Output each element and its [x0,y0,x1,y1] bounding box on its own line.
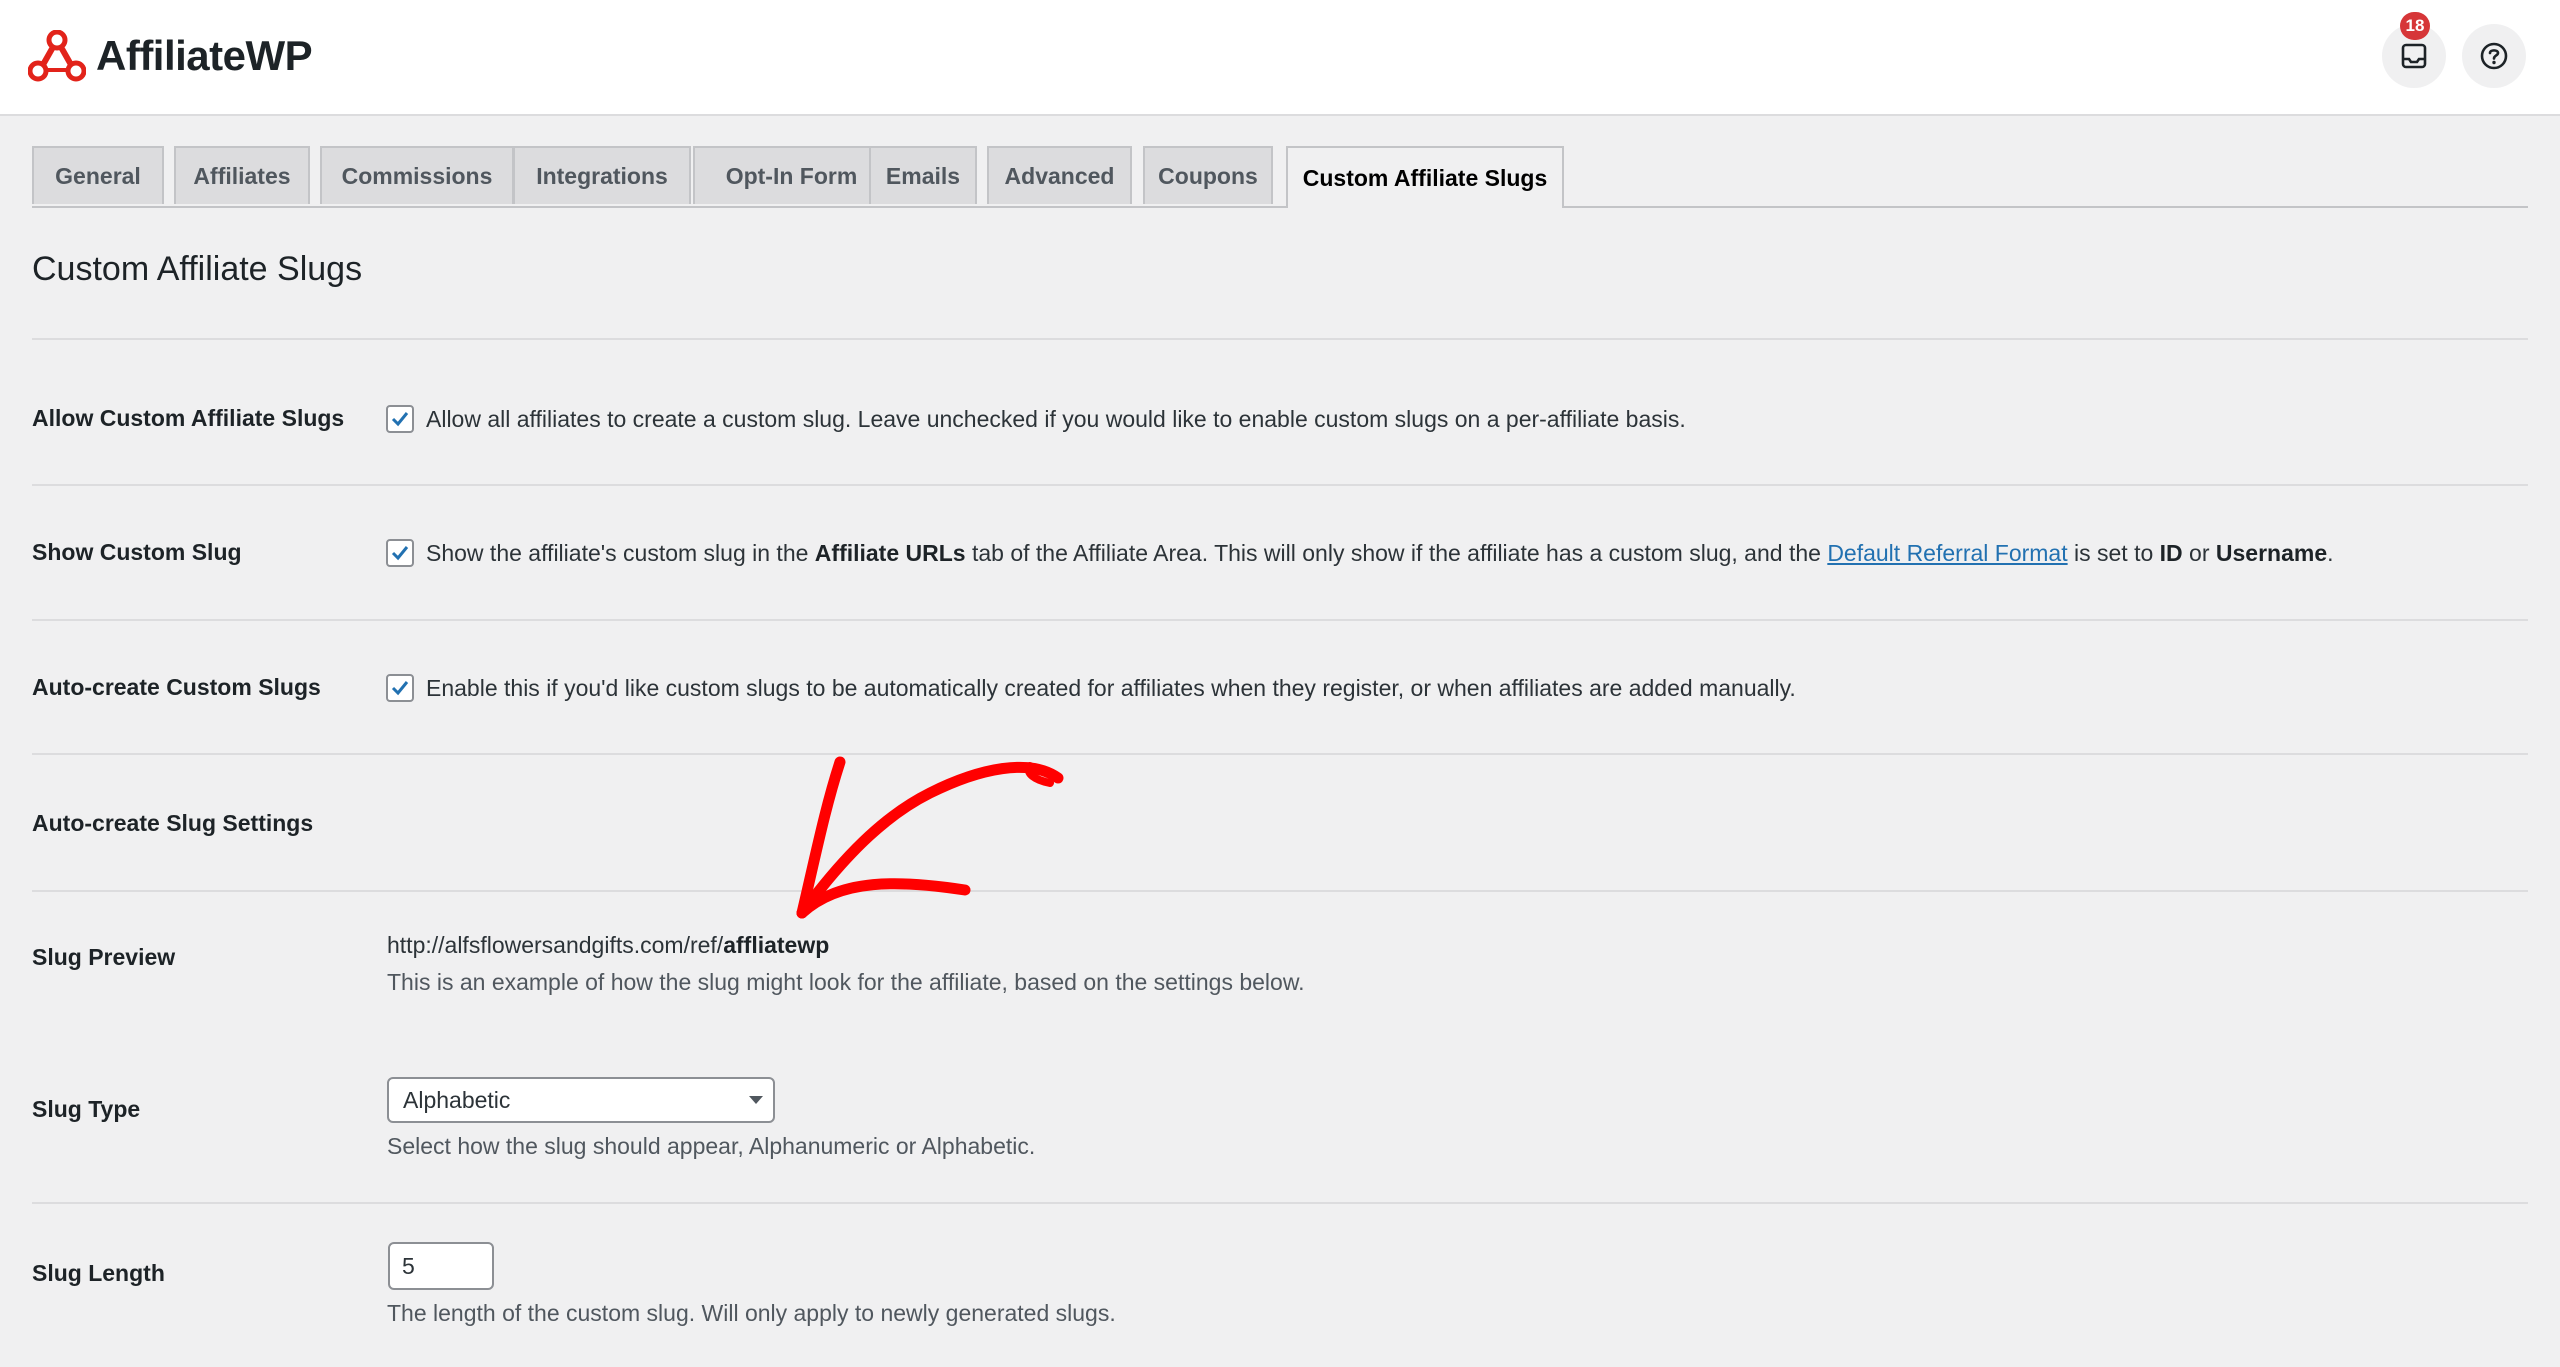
auto-create-slugs-description: Enable this if you'd like custom slugs t… [426,675,1796,701]
divider [32,1202,2528,1204]
tab-affiliates[interactable]: Affiliates [174,146,310,204]
tab-emails[interactable]: Emails [869,146,977,204]
auto-create-slugs-checkbox[interactable] [386,674,414,702]
slug-length-input[interactable]: 5 [388,1242,494,1290]
brand-logo[interactable]: AffiliateWP [28,30,313,82]
affiliatewp-logo-icon [28,30,86,82]
divider [32,484,2528,486]
chevron-down-icon [749,1096,763,1104]
default-referral-format-link[interactable]: Default Referral Format [1827,540,2067,566]
allow-custom-slugs-checkbox[interactable] [386,405,414,433]
show-custom-slug-description: Show the affiliate's custom slug in the … [426,540,2334,566]
tab-coupons[interactable]: Coupons [1143,146,1273,204]
tab-general[interactable]: General [32,146,164,204]
notification-count-badge: 18 [2400,12,2430,40]
divider [32,753,2528,755]
allow-custom-slugs-label: Allow Custom Affiliate Slugs [32,405,345,431]
checkmark-icon [391,546,409,561]
slug-type-label: Slug Type [32,1096,141,1122]
slug-type-select[interactable]: Alphabetic [387,1077,775,1123]
checkmark-icon [391,412,409,427]
show-custom-slug-label: Show Custom Slug [32,539,242,565]
slug-preview-slug: affliatewp [723,932,830,958]
show-custom-slug-checkbox[interactable] [386,539,414,567]
slug-length-label: Slug Length [32,1260,165,1286]
page-title: Custom Affiliate Slugs [32,250,363,288]
brand-name: AffiliateWP [96,32,313,79]
slug-preview-description: This is an example of how the slug might… [387,969,1305,995]
slug-length-description: The length of the custom slug. Will only… [387,1300,1116,1326]
tab-integrations[interactable]: Integrations [513,146,691,204]
help-button[interactable] [2462,24,2526,88]
slug-preview-url: http://alfsflowersandgifts.com/ref/affli… [387,932,830,958]
slug-type-selected: Alphabetic [403,1087,511,1113]
tab-advanced[interactable]: Advanced [987,146,1132,204]
allow-custom-slugs-description: Allow all affiliates to create a custom … [426,406,1686,432]
tab-custom-affiliate-slugs[interactable]: Custom Affiliate Slugs [1286,146,1564,208]
divider [32,338,2528,340]
auto-create-slugs-label: Auto-create Custom Slugs [32,674,321,700]
settings-tabs: General Affiliates Commissions Integrati… [32,146,2528,208]
help-icon [2480,42,2508,70]
tab-commissions[interactable]: Commissions [320,146,514,204]
slug-preview-label: Slug Preview [32,944,176,970]
divider [32,890,2528,892]
slug-type-description: Select how the slug should appear, Alpha… [387,1133,1036,1159]
top-bar: AffiliateWP 18 [0,0,2560,116]
affiliate-urls-text: Affiliate URLs [814,540,966,566]
auto-create-slug-settings-heading: Auto-create Slug Settings [32,810,314,836]
divider [32,619,2528,621]
annotation-arrow-icon [796,756,1064,919]
inbox-icon [2401,43,2427,69]
checkmark-icon [391,681,409,696]
tab-opt-in-form[interactable]: Opt-In Form [693,146,890,204]
